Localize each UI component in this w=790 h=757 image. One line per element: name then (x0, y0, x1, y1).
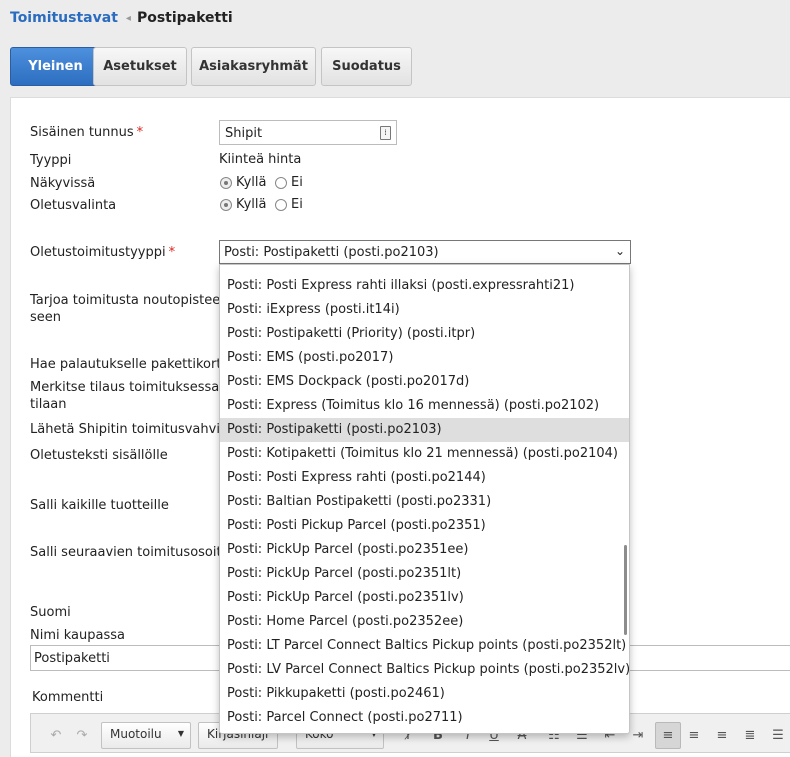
caret-down-icon: ▼ (177, 729, 184, 738)
default-text-label: Oletusteksti sisällölle (30, 448, 168, 463)
breadcrumb: Toimitustavat ◂ Postipaketti (10, 10, 233, 26)
dropdown-option[interactable]: Posti: iExpress (posti.it14i) (220, 298, 629, 322)
radio-label: Kyllä (236, 175, 267, 190)
visible-label: Näkyvissä (30, 176, 96, 191)
visible-no-radio[interactable]: Ei (275, 175, 303, 190)
align-justify-icon[interactable]: ≣ (739, 722, 761, 749)
align-left-icon[interactable]: ≡ (655, 722, 681, 749)
dropdown-option[interactable]: Posti: Posti Pickup Parcel (posti.po2351… (220, 514, 629, 538)
keyboard-icon[interactable]: ⁞ (380, 126, 391, 140)
dropdown-option[interactable]: Posti: Kotipaketti (Toimitus klo 21 menn… (220, 442, 629, 466)
tab-yleinen[interactable]: Yleinen (10, 47, 101, 86)
dropdown-option[interactable]: Posti: EMS Dockpack (posti.po2017d) (220, 370, 629, 394)
indent-icon[interactable]: ⇥ (627, 722, 649, 749)
radio-unchecked-icon (275, 198, 287, 211)
align-center-icon[interactable]: ≡ (683, 722, 705, 749)
select-value: Posti: Postipaketti (posti.po2103) (224, 245, 439, 260)
dropdown-option[interactable]: Posti: LV Parcel Connect Baltics Pickup … (220, 658, 629, 682)
default-yes-radio[interactable]: Kyllä (220, 197, 266, 212)
default-choice-label: Oletusvalinta (30, 198, 117, 213)
scrollbar-thumb[interactable] (624, 545, 627, 635)
radio-checked-icon (220, 198, 232, 211)
page-title: Postipaketti (136, 10, 233, 26)
dropdown-option[interactable]: Posti: Posti Express rahti illaksi (post… (220, 274, 629, 298)
tab-suodatus[interactable]: Suodatus (321, 47, 412, 86)
dropdown-option[interactable]: Posti: PickUp Parcel (posti.po2351ee) (220, 538, 629, 562)
internal-id-label: Sisäinen tunnus * (30, 125, 144, 140)
redo-icon[interactable]: ↷ (71, 722, 93, 749)
default-no-radio[interactable]: Ei (275, 197, 303, 212)
dropdown-option[interactable]: Posti: Express (Toimitus klo 16 mennessä… (220, 394, 629, 418)
breadcrumb-parent-link[interactable]: Toimitustavat (10, 10, 118, 26)
tab-asetukset[interactable]: Asetukset (93, 47, 187, 86)
radio-label: Kyllä (236, 197, 267, 212)
shop-name-label: Nimi kaupassa (30, 628, 125, 643)
radio-label: Ei (291, 197, 303, 212)
visible-yes-radio[interactable]: Kyllä (220, 175, 266, 190)
language-heading: Suomi (30, 605, 71, 620)
tab-asiakasryhmat[interactable]: Asiakasryhmät (191, 47, 316, 86)
shop-name-value: Postipaketti (34, 651, 110, 666)
format-dropdown-label: Muotoilu (110, 727, 162, 741)
undo-icon[interactable]: ↶ (45, 722, 67, 749)
dropdown-option[interactable]: Posti: EMS (posti.po2017) (220, 346, 629, 370)
comment-label: Kommentti (32, 690, 104, 705)
dropdown-option[interactable]: Posti: Home Parcel (posti.po2352ee) (220, 610, 629, 634)
pickup-label: Tarjoa toimitusta noutopistee-seen (30, 293, 225, 325)
dropdown-option[interactable]: Posti: Pikkupaketti (posti.po2461) (220, 682, 629, 706)
breadcrumb-separator-icon: ◂ (125, 13, 131, 24)
dropdown-option[interactable]: Posti: PickUp Parcel (posti.po2351lt) (220, 562, 629, 586)
internal-id-value: Shipit (225, 126, 263, 141)
return-label: Hae palautukselle pakettikortti (30, 357, 231, 372)
allow-all-label: Salli kaikille tuotteille (30, 498, 169, 513)
default-delivery-options-list: Posti: Posti Express rahti illaksi (post… (219, 264, 630, 734)
dropdown-option[interactable]: Posti: LT Parcel Connect Baltics Pickup … (220, 634, 629, 658)
dropdown-option[interactable]: Posti: Parcel Connect (posti.po2711) (220, 706, 629, 730)
default-delivery-label: Oletustoimitustyyppi * (30, 245, 176, 260)
dropdown-option[interactable]: Posti: Postipaketti (Priority) (posti.it… (220, 322, 629, 346)
align-right-icon[interactable]: ≡ (711, 722, 733, 749)
dropdown-option[interactable]: Posti: PickUp Parcel (posti.po2351lv) (220, 586, 629, 610)
radio-unchecked-icon (275, 176, 287, 189)
shipit-confirm-label: Lähetä Shipitin toimitusvahvistus (30, 422, 247, 437)
more-icon[interactable]: ☰ (767, 722, 789, 749)
dropdown-option[interactable]: Posti: Posti Express rahti (posti.po2144… (220, 466, 629, 490)
format-dropdown[interactable]: Muotoilu ▼ (101, 722, 191, 749)
default-delivery-select[interactable]: Posti: Postipaketti (posti.po2103) ⌄ (219, 240, 631, 264)
dropdown-option[interactable]: Posti: Postipaketti (posti.po2103) (220, 418, 629, 442)
internal-id-input[interactable]: Shipit ⁞ (219, 120, 397, 145)
radio-checked-icon (220, 176, 232, 189)
type-label: Tyyppi (30, 153, 72, 168)
radio-label: Ei (291, 175, 303, 190)
mark-label: Merkitse tilaus toimituksessa-tilaan (30, 380, 224, 412)
chevron-down-icon: ⌄ (614, 244, 625, 258)
type-value: Kiinteä hinta (219, 152, 302, 167)
dropdown-option[interactable]: Posti: Baltian Postipaketti (posti.po233… (220, 490, 629, 514)
